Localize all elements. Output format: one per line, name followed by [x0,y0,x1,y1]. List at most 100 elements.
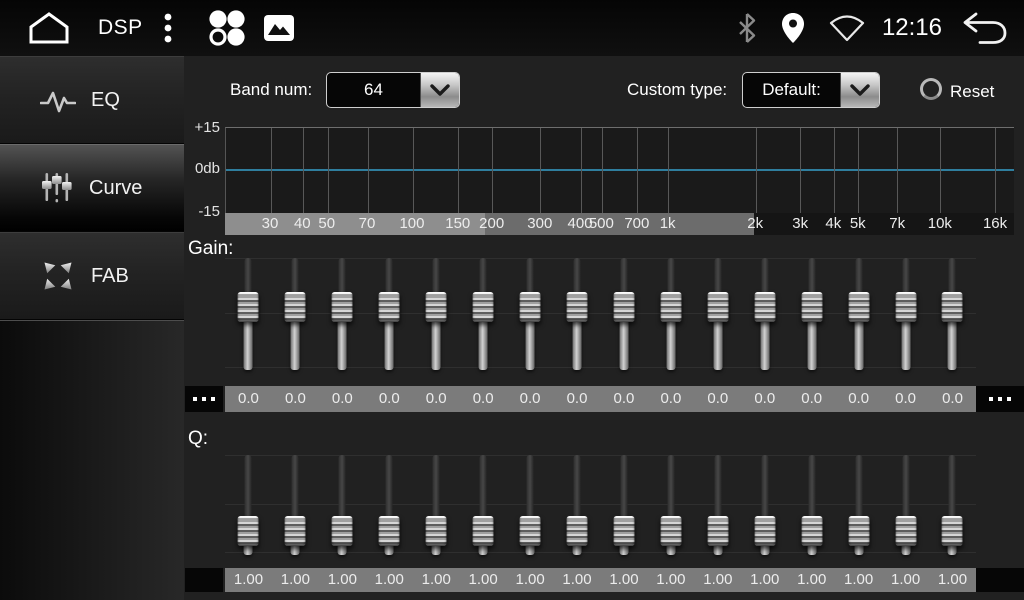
slider-knob[interactable] [801,292,822,322]
gallery-icon[interactable] [263,14,295,42]
slider-knob[interactable] [613,292,634,322]
freq-tick-label: 16k [983,213,1007,235]
gain-slider[interactable] [225,258,272,368]
slider-knob[interactable] [707,292,728,322]
slider-knob[interactable] [285,516,306,546]
slider-knob[interactable] [520,292,541,322]
q-slider[interactable] [507,455,554,553]
gain-slider[interactable] [788,258,835,368]
q-slider[interactable] [741,455,788,553]
gain-slider[interactable] [601,258,648,368]
gain-value: 0.0 [272,386,319,412]
freq-gridline [602,128,603,213]
q-slider[interactable] [788,455,835,553]
sidebar-item-eq[interactable]: EQ [0,56,184,144]
q-value-strip: 1.001.001.001.001.001.001.001.001.001.00… [225,568,976,592]
slider-knob[interactable] [426,516,447,546]
y-axis-max: +15 [186,119,220,136]
gain-slider-zone [225,258,976,368]
q-slider[interactable] [694,455,741,553]
slider-knob[interactable] [942,292,963,322]
freq-tick-label: 7k [889,213,905,235]
slider-knob[interactable] [848,516,869,546]
q-slider[interactable] [413,455,460,553]
slider-knob[interactable] [942,516,963,546]
home-icon[interactable] [26,10,72,46]
chevron-down-icon[interactable] [420,73,459,107]
gain-slider[interactable] [647,258,694,368]
slider-knob[interactable] [379,516,400,546]
gain-slider[interactable] [882,258,929,368]
q-value: 1.00 [601,568,648,592]
q-page-next-button[interactable] [976,568,1024,592]
freq-tick-label: 10k [928,213,952,235]
slider-knob[interactable] [895,516,916,546]
gain-slider[interactable] [366,258,413,368]
gain-slider[interactable] [694,258,741,368]
slider-knob[interactable] [754,516,775,546]
slider-knob[interactable] [660,292,681,322]
q-slider[interactable] [882,455,929,553]
slider-knob[interactable] [613,516,634,546]
q-slider[interactable] [835,455,882,553]
freq-gridline [458,128,459,213]
custom-type-dropdown[interactable]: Default: [742,72,880,108]
gain-slider[interactable] [835,258,882,368]
status-bar-right: 12:16 [736,9,1024,47]
q-slider[interactable] [366,455,413,553]
q-value: 1.00 [694,568,741,592]
reset-radio[interactable] [920,78,942,100]
gain-slider[interactable] [319,258,366,368]
q-slider[interactable] [929,455,976,553]
gain-slider[interactable] [741,258,788,368]
freq-band-segment [485,213,753,235]
q-slider[interactable] [225,455,272,553]
slider-knob[interactable] [473,292,494,322]
gain-slider[interactable] [929,258,976,368]
kebab-menu-icon[interactable] [163,10,173,46]
q-slider[interactable] [319,455,366,553]
slider-knob[interactable] [567,516,588,546]
q-slider[interactable] [554,455,601,553]
gain-value: 0.0 [460,386,507,412]
slider-knob[interactable] [801,516,822,546]
gain-slider[interactable] [554,258,601,368]
gain-value: 0.0 [507,386,554,412]
slider-knob[interactable] [238,292,259,322]
chevron-down-icon[interactable] [840,73,879,107]
slider-knob[interactable] [332,292,353,322]
reset-label[interactable]: Reset [950,74,994,110]
slider-knob[interactable] [660,516,681,546]
slider-knob[interactable] [379,292,400,322]
slider-knob[interactable] [567,292,588,322]
slider-track-filled [385,316,394,370]
freq-gridline [995,128,996,213]
slider-knob[interactable] [285,292,306,322]
slider-knob[interactable] [895,292,916,322]
gain-slider[interactable] [460,258,507,368]
band-num-dropdown[interactable]: 64 [326,72,460,108]
q-slider[interactable] [601,455,648,553]
gain-page-prev-button[interactable] [185,386,223,412]
slider-knob[interactable] [754,292,775,322]
q-slider[interactable] [272,455,319,553]
sidebar-item-fab[interactable]: FAB [0,232,184,320]
slider-knob[interactable] [520,516,541,546]
sidebar-item-curve[interactable]: Curve [0,144,184,232]
slider-knob[interactable] [238,516,259,546]
apps-clover-icon[interactable] [205,8,247,48]
q-slider[interactable] [460,455,507,553]
slider-knob[interactable] [332,516,353,546]
back-icon[interactable] [960,9,1010,47]
gain-slider[interactable] [507,258,554,368]
q-page-prev-button[interactable] [185,568,223,592]
slider-knob[interactable] [848,292,869,322]
gain-page-next-button[interactable] [976,386,1024,412]
slider-knob[interactable] [473,516,494,546]
q-slider[interactable] [647,455,694,553]
gain-slider[interactable] [272,258,319,368]
q-value: 1.00 [741,568,788,592]
slider-knob[interactable] [426,292,447,322]
gain-slider[interactable] [413,258,460,368]
slider-knob[interactable] [707,516,728,546]
